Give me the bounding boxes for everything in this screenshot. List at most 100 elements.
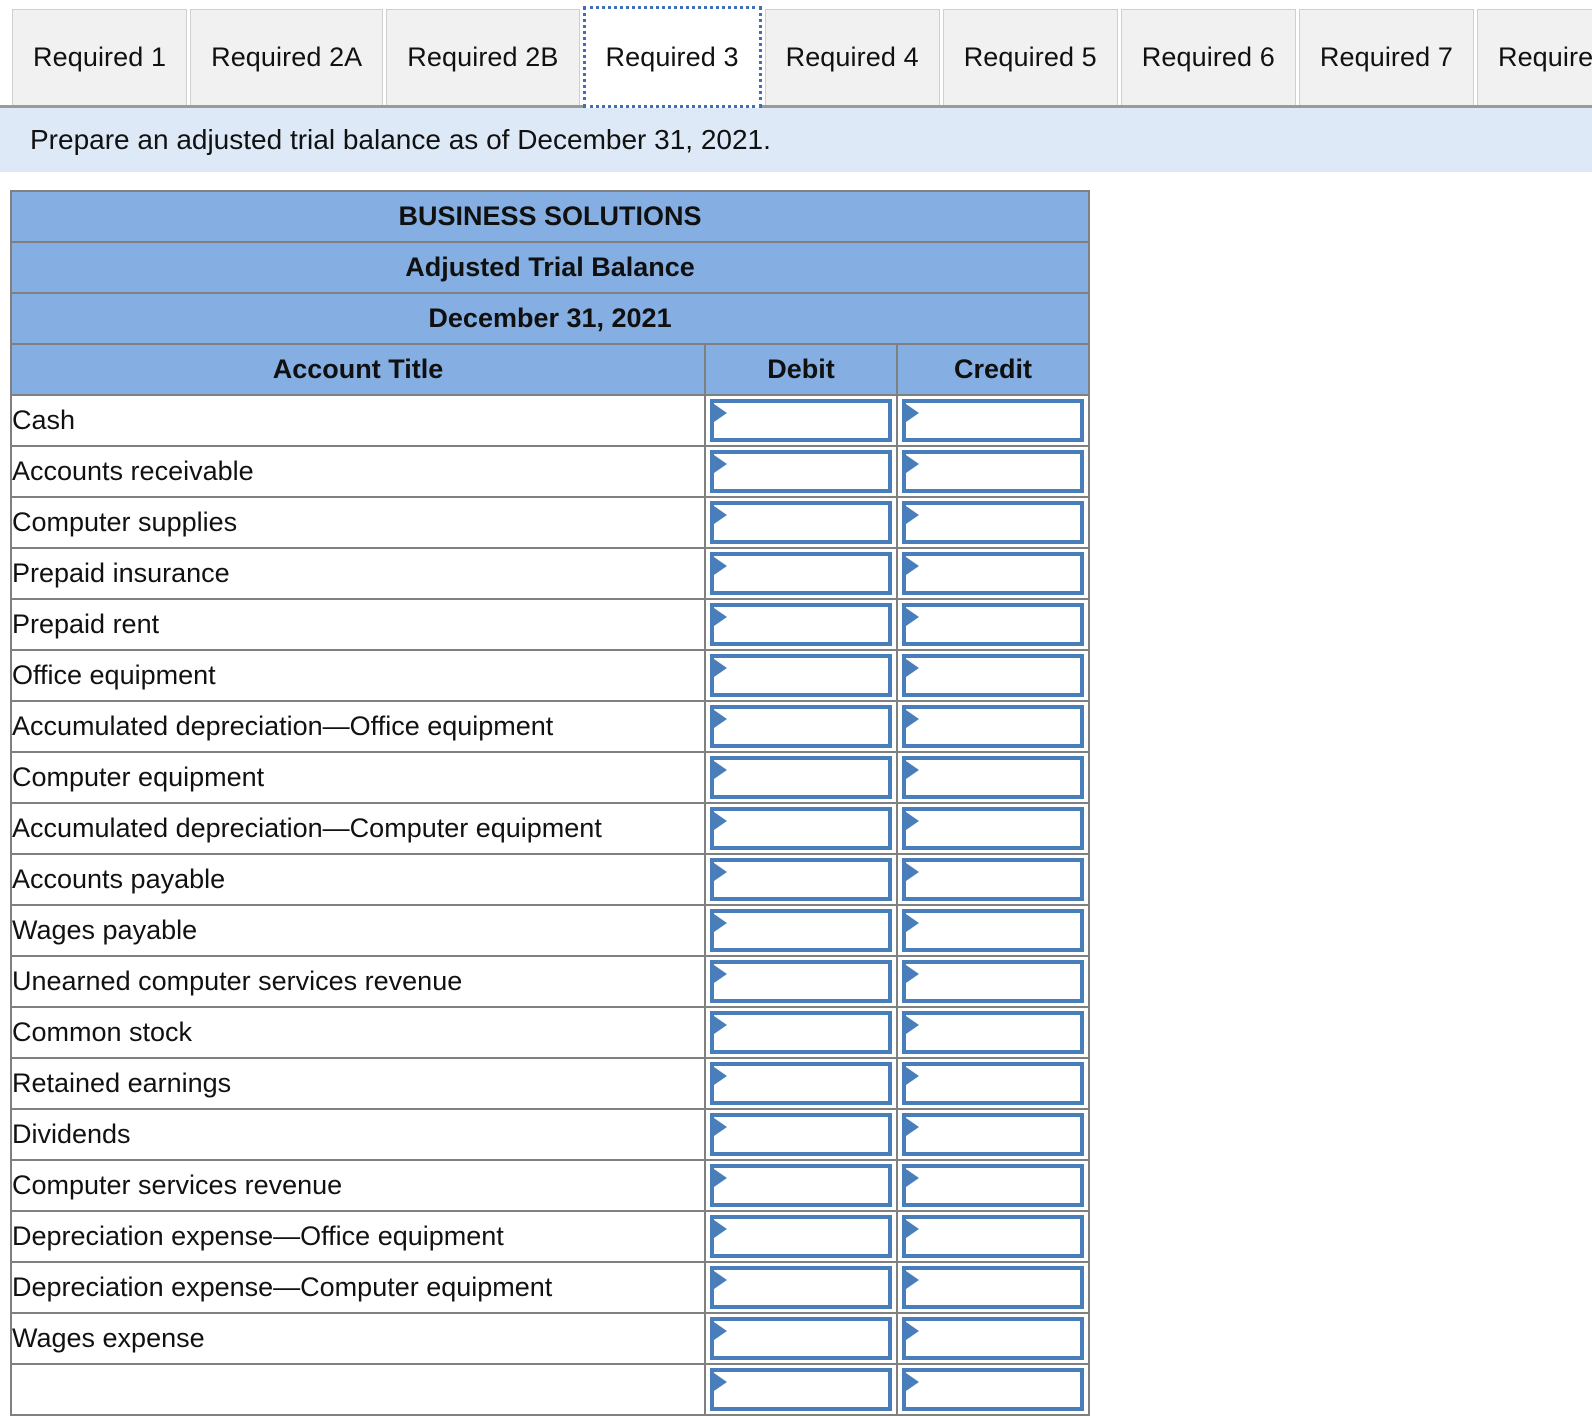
debit-amount-input[interactable] <box>710 1317 892 1360</box>
account-title-cell: Depreciation expense—Office equipment <box>10 1210 706 1263</box>
account-title-cell: Prepaid insurance <box>10 547 706 600</box>
credit-input-cell[interactable] <box>895 547 1091 600</box>
credit-amount-input[interactable] <box>902 450 1085 493</box>
debit-input-cell[interactable] <box>704 802 898 855</box>
credit-input-cell[interactable] <box>895 445 1091 498</box>
debit-amount-input[interactable] <box>710 1113 892 1156</box>
debit-amount-input[interactable] <box>710 1164 892 1207</box>
debit-input-cell[interactable] <box>704 1210 898 1263</box>
debit-amount-input[interactable] <box>710 909 892 952</box>
debit-amount-input[interactable] <box>710 858 892 901</box>
credit-input-cell[interactable] <box>895 1108 1091 1161</box>
credit-input-cell[interactable] <box>895 1057 1091 1110</box>
debit-input-cell[interactable] <box>704 547 898 600</box>
debit-amount-input[interactable] <box>710 1062 892 1105</box>
debit-input-cell[interactable] <box>704 1312 898 1365</box>
credit-amount-input[interactable] <box>902 1062 1085 1105</box>
credit-amount-input[interactable] <box>902 603 1085 646</box>
credit-input-cell[interactable] <box>895 1312 1091 1365</box>
debit-input-cell[interactable] <box>704 394 898 447</box>
credit-input-cell[interactable] <box>895 394 1091 447</box>
column-header-credit: Credit <box>895 343 1091 396</box>
credit-input-cell[interactable] <box>895 1006 1091 1059</box>
debit-amount-input[interactable] <box>710 603 892 646</box>
debit-amount-input[interactable] <box>710 552 892 595</box>
table-row: Computer supplies <box>10 496 1091 549</box>
credit-amount-input[interactable] <box>902 807 1085 850</box>
debit-amount-input[interactable] <box>710 450 892 493</box>
debit-input-cell[interactable] <box>704 853 898 906</box>
credit-amount-input[interactable] <box>902 1164 1085 1207</box>
debit-amount-input[interactable] <box>710 960 892 1003</box>
credit-input-cell[interactable] <box>895 1363 1091 1416</box>
credit-input-cell[interactable] <box>895 853 1091 906</box>
credit-input-cell[interactable] <box>895 955 1091 1008</box>
tab-required-required-4[interactable]: Required 4 <box>764 9 940 105</box>
credit-amount-input[interactable] <box>902 960 1085 1003</box>
credit-amount-input[interactable] <box>902 705 1085 748</box>
tab-required-required-8[interactable]: Required 8 <box>1476 9 1592 105</box>
tab-required-required-2a[interactable]: Required 2A <box>190 9 384 105</box>
credit-amount-input[interactable] <box>902 552 1085 595</box>
debit-amount-input[interactable] <box>710 1266 892 1309</box>
tab-label: Required 8 <box>1497 42 1592 72</box>
credit-amount-input[interactable] <box>902 654 1085 697</box>
credit-amount-input[interactable] <box>902 1266 1085 1309</box>
credit-amount-input[interactable] <box>902 399 1085 442</box>
debit-input-cell[interactable] <box>704 1057 898 1110</box>
credit-input-cell[interactable] <box>895 1159 1091 1212</box>
credit-input-cell[interactable] <box>895 802 1091 855</box>
debit-amount-input[interactable] <box>710 1368 892 1411</box>
credit-amount-input[interactable] <box>902 1215 1085 1258</box>
debit-amount-input[interactable] <box>710 756 892 799</box>
credit-amount-input[interactable] <box>902 756 1085 799</box>
credit-amount-input[interactable] <box>902 1368 1085 1411</box>
tab-required-required-6[interactable]: Required 6 <box>1120 9 1296 105</box>
debit-input-cell[interactable] <box>704 598 898 651</box>
tab-label: Required 2A <box>211 42 363 72</box>
tab-required-required-1[interactable]: Required 1 <box>12 9 188 105</box>
credit-input-cell[interactable] <box>895 649 1091 702</box>
table-row: Accumulated depreciation—Computer equipm… <box>10 802 1091 855</box>
credit-input-cell[interactable] <box>895 1261 1091 1314</box>
tab-required-required-5[interactable]: Required 5 <box>942 9 1118 105</box>
debit-input-cell[interactable] <box>704 1261 898 1314</box>
debit-amount-input[interactable] <box>710 705 892 748</box>
debit-input-cell[interactable] <box>704 955 898 1008</box>
credit-amount-input[interactable] <box>902 1113 1085 1156</box>
debit-input-cell[interactable] <box>704 700 898 753</box>
credit-input-cell[interactable] <box>895 1210 1091 1263</box>
tab-label: Required 7 <box>1319 42 1453 72</box>
debit-input-cell[interactable] <box>704 445 898 498</box>
debit-amount-input[interactable] <box>710 807 892 850</box>
debit-amount-input[interactable] <box>710 1011 892 1054</box>
debit-amount-input[interactable] <box>710 654 892 697</box>
table-row: Office equipment <box>10 649 1091 702</box>
credit-input-cell[interactable] <box>895 751 1091 804</box>
debit-amount-input[interactable] <box>710 399 892 442</box>
debit-input-cell[interactable] <box>704 1006 898 1059</box>
debit-input-cell[interactable] <box>704 1159 898 1212</box>
debit-input-cell[interactable] <box>704 751 898 804</box>
debit-input-cell[interactable] <box>704 1108 898 1161</box>
debit-input-cell[interactable] <box>704 649 898 702</box>
credit-input-cell[interactable] <box>895 496 1091 549</box>
debit-amount-input[interactable] <box>710 501 892 544</box>
statement-date: December 31, 2021 <box>9 292 1091 345</box>
credit-input-cell[interactable] <box>895 700 1091 753</box>
credit-amount-input[interactable] <box>902 501 1085 544</box>
credit-input-cell[interactable] <box>895 904 1091 957</box>
debit-amount-input[interactable] <box>710 1215 892 1258</box>
debit-input-cell[interactable] <box>704 1363 898 1416</box>
credit-amount-input[interactable] <box>902 858 1085 901</box>
tab-required-required-7[interactable]: Required 7 <box>1298 9 1474 105</box>
credit-amount-input[interactable] <box>902 1011 1085 1054</box>
credit-input-cell[interactable] <box>895 598 1091 651</box>
worksheet-container: BUSINESS SOLUTIONS Adjusted Trial Balanc… <box>0 172 1592 1416</box>
credit-amount-input[interactable] <box>902 1317 1085 1360</box>
credit-amount-input[interactable] <box>902 909 1085 952</box>
debit-input-cell[interactable] <box>704 496 898 549</box>
tab-required-required-3[interactable]: Required 3 <box>582 6 762 108</box>
tab-required-required-2b[interactable]: Required 2B <box>386 9 580 105</box>
debit-input-cell[interactable] <box>704 904 898 957</box>
